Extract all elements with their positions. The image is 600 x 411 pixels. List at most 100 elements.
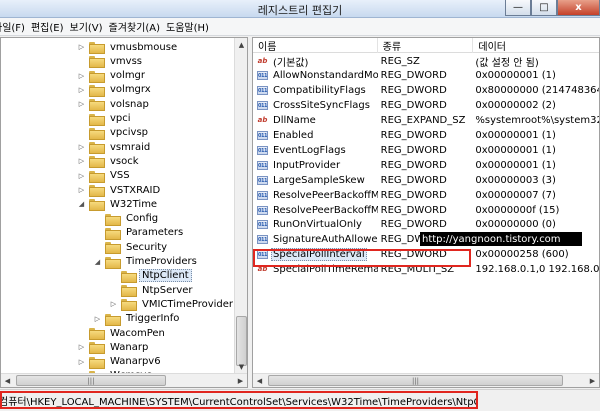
values-hscroll-thumb[interactable]: ||| xyxy=(268,375,563,386)
column-data[interactable]: 데이터 xyxy=(473,38,599,53)
tree-item[interactable]: ▷ Wanarp xyxy=(77,340,151,355)
tree-vscroll-thumb[interactable] xyxy=(236,316,247,366)
binary-value-icon: 011 xyxy=(257,101,268,111)
expand-arrow-icon[interactable]: ▷ xyxy=(93,314,102,323)
expand-arrow-icon[interactable] xyxy=(109,286,118,295)
menu-bar: 파일(F) 편집(E) 보기(V) 즐겨찾기(A) 도움말(H) xyxy=(0,18,600,36)
expand-arrow-icon[interactable] xyxy=(93,214,102,223)
value-name-cell: 011 SignatureAuthAllowed xyxy=(253,233,378,246)
expand-arrow-icon[interactable]: ▷ xyxy=(77,100,86,109)
value-row[interactable]: 011 RunOnVirtualOnly REG_DWORD 0x00000000 (… xyxy=(253,218,599,232)
minimize-button[interactable]: — xyxy=(505,0,531,16)
menu-help[interactable]: 도움말(H) xyxy=(166,19,215,34)
value-row[interactable]: ab SpecialPollTimeRemainingREG_MULTI_SZ 19… xyxy=(253,263,599,277)
registry-tree[interactable]: ▷ vmusbmouse vmvss ▷ volmgr ▷ volmgrx ▷ volsnap v… xyxy=(0,37,248,388)
tree-item[interactable]: ▷ vmusbmouse xyxy=(77,40,180,54)
expand-arrow-icon[interactable] xyxy=(77,329,86,338)
expand-arrow-icon[interactable] xyxy=(93,243,102,252)
value-row[interactable]: 011 ResolvePeerBackoffMinutesREG_DWORD 0x0… xyxy=(253,203,599,217)
expand-arrow-icon[interactable]: ▷ xyxy=(77,157,86,166)
tree-item[interactable]: ▷ volsnap xyxy=(77,97,152,112)
value-row[interactable]: 011 Enabled REG_DWORD 0x00000001 (1) xyxy=(253,129,599,143)
tree-item[interactable]: ▷ TriggerInfo xyxy=(93,312,182,326)
scroll-up-arrow-icon[interactable]: ▲ xyxy=(235,38,247,51)
scroll-left-arrow-icon[interactable]: ◀ xyxy=(1,374,14,387)
value-row[interactable]: ab (기본값) REG_SZ (값 설정 안 됨) xyxy=(253,54,599,69)
tree-item[interactable]: vmvss xyxy=(77,54,145,69)
expand-arrow-icon[interactable]: ▷ xyxy=(77,186,86,195)
expand-arrow-icon[interactable]: ▷ xyxy=(77,171,86,180)
folder-icon xyxy=(121,270,137,283)
expand-arrow-icon[interactable]: ▷ xyxy=(77,143,86,152)
scroll-right-arrow-icon[interactable]: ▶ xyxy=(234,374,247,387)
tree-item[interactable]: vpci xyxy=(77,112,134,126)
value-row[interactable]: 011 ResolvePeerBackoffMaxTimesREG_DWORD 0x… xyxy=(253,188,599,202)
values-horizontal-scrollbar[interactable]: ◀ ||| ▶ xyxy=(253,373,599,387)
tree-item[interactable]: vpcivsp xyxy=(77,126,151,140)
tree-item[interactable]: ▷ VMICTimeProvider xyxy=(109,297,236,312)
values-list[interactable]: 이름 종류 데이터 ab (기본값) REG_SZ (값 설정 안 됨) 011 Allo… xyxy=(252,37,600,388)
tree-item[interactable]: ▷ volmgr xyxy=(77,69,148,83)
scroll-down-arrow-icon[interactable]: ▼ xyxy=(235,360,247,373)
value-row[interactable]: 011 LargeSampleSkew REG_DWORD 0x00000003 (3… xyxy=(253,173,599,187)
value-name: ResolvePeerBackoffMinutes xyxy=(273,204,378,216)
value-row[interactable]: 011 InputProvider REG_DWORD 0x00000001 (1) xyxy=(253,158,599,172)
expand-arrow-icon[interactable]: ▷ xyxy=(77,357,86,366)
tree-item[interactable]: ▷ vsmraid xyxy=(77,140,153,155)
expand-arrow-icon[interactable] xyxy=(77,128,86,137)
menu-view[interactable]: 보기(V) xyxy=(70,19,109,34)
expand-arrow-icon[interactable] xyxy=(77,114,86,123)
expand-arrow-icon[interactable]: ▷ xyxy=(77,85,86,94)
value-name: InputProvider xyxy=(273,159,341,171)
menu-file[interactable]: 파일(F) xyxy=(0,19,31,34)
value-row[interactable]: 011 EventLogFlags REG_DWORD 0x00000001 (1) xyxy=(253,143,599,157)
expand-arrow-icon[interactable] xyxy=(77,57,86,66)
scroll-right-arrow-icon[interactable]: ▶ xyxy=(586,374,599,387)
expand-arrow-icon[interactable]: ▷ xyxy=(77,71,86,80)
tree-item[interactable]: NtpServer xyxy=(109,283,196,298)
tree-item[interactable]: Security xyxy=(93,240,170,255)
value-name: CompatibilityFlags xyxy=(273,85,366,97)
folder-icon xyxy=(105,242,121,255)
value-type: REG_DWORD xyxy=(380,130,447,141)
maximize-button[interactable]: □ xyxy=(531,0,557,16)
folder-icon xyxy=(89,185,105,197)
value-row[interactable]: ab DllName REG_EXPAND_SZ %systemroot%\syste… xyxy=(253,114,599,128)
expand-arrow-icon[interactable]: ▷ xyxy=(77,343,86,352)
tree-item[interactable]: ▷ VSS xyxy=(77,169,133,183)
window-controls: — □ x xyxy=(505,0,600,17)
menu-favorites[interactable]: 즐겨찾기(A) xyxy=(109,19,166,34)
expand-arrow-icon[interactable] xyxy=(93,228,102,237)
value-row[interactable]: 011 CompatibilityFlags REG_DWORD 0x80000000… xyxy=(253,84,599,98)
tree-item[interactable]: Parameters xyxy=(93,226,186,240)
tree-horizontal-scrollbar[interactable]: ◀ ||| ▶ xyxy=(1,373,247,387)
tree-hscroll-thumb[interactable]: ||| xyxy=(16,375,166,386)
expand-arrow-icon[interactable] xyxy=(109,271,118,280)
expand-arrow-icon[interactable]: ▷ xyxy=(77,43,86,52)
tree-item[interactable]: ◢ TimeProviders xyxy=(93,255,200,269)
value-row[interactable]: 011 AllowNonstandardModeCombinationsREG_D… xyxy=(253,69,599,83)
menu-edit[interactable]: 편집(E) xyxy=(31,19,70,34)
tree-item[interactable]: Config xyxy=(93,212,161,226)
tree-item[interactable]: ◢ W32Time xyxy=(77,197,160,212)
column-type[interactable]: 종류 xyxy=(378,38,474,53)
binary-value-icon: 011 xyxy=(257,86,268,96)
expand-arrow-icon[interactable]: ▷ xyxy=(109,300,118,309)
value-row[interactable]: 011 CrossSiteSyncFlags REG_DWORD 0x00000002… xyxy=(253,99,599,113)
tree-item[interactable]: ▷ VSTXRAID xyxy=(77,183,163,197)
expand-arrow-icon[interactable]: ◢ xyxy=(77,200,86,209)
column-name[interactable]: 이름 xyxy=(253,38,378,53)
tree-vertical-scrollbar[interactable]: ▲ ▼ xyxy=(234,38,247,373)
tree-item[interactable]: ▷ volmgrx xyxy=(77,83,154,97)
folder-icon xyxy=(105,227,121,240)
value-type: REG_MULTI_SZ xyxy=(380,264,455,276)
tree-item[interactable]: ▷ vsock xyxy=(77,154,142,169)
tree-item[interactable]: WacomPen xyxy=(77,326,168,340)
close-button[interactable]: x xyxy=(557,0,600,16)
expand-arrow-icon[interactable]: ◢ xyxy=(93,257,102,266)
tree-item[interactable]: NtpClient xyxy=(109,269,192,283)
value-row[interactable]: 011 SpecialPollInterval REG_DWORD 0x0000025… xyxy=(253,248,599,262)
scroll-left-arrow-icon[interactable]: ◀ xyxy=(253,374,266,387)
value-data: 0x0000000f (15) xyxy=(475,204,560,216)
tree-item[interactable]: ▷ Wanarpv6 xyxy=(77,355,164,369)
